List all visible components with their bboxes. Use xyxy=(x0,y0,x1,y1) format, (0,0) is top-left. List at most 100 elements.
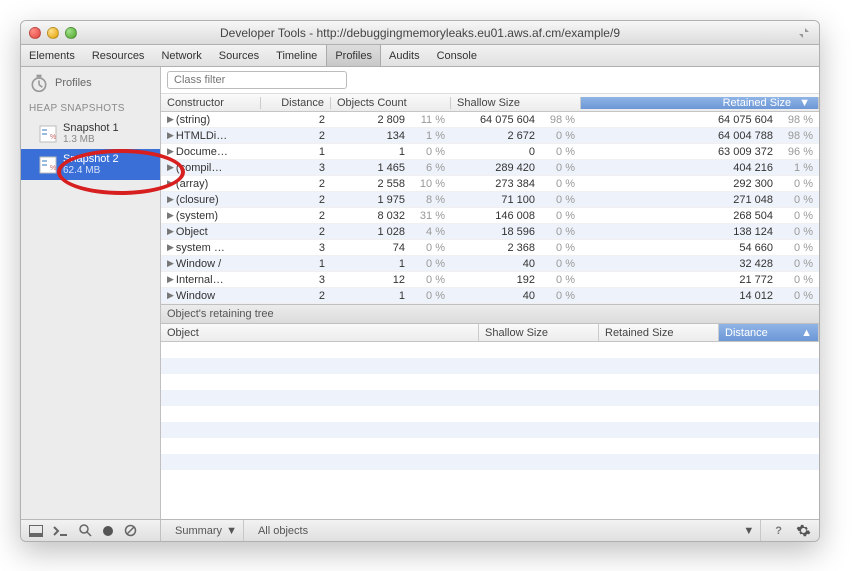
constructor-row[interactable]: ▶Window /110 %400 %32 4280 % xyxy=(161,256,819,272)
cell-retained: 63 009 372 xyxy=(718,146,773,158)
constructor-row[interactable]: ▶Window210 %400 %14 0120 % xyxy=(161,288,819,304)
expand-icon[interactable]: ▶ xyxy=(167,194,174,205)
zoom-icon[interactable] xyxy=(65,27,77,39)
tab-console[interactable]: Console xyxy=(429,45,486,66)
constructor-row[interactable]: ▶(array)22 55810 %273 3840 %292 3000 % xyxy=(161,176,819,192)
constructor-row[interactable]: ▶(system)28 03231 %146 0080 %268 5040 % xyxy=(161,208,819,224)
help-icon[interactable]: ? xyxy=(769,525,788,537)
record-icon[interactable] xyxy=(102,525,114,537)
cell-retained-pct: 0 % xyxy=(781,274,813,286)
snapshot-size: 1.3 MB xyxy=(63,134,119,145)
expand-icon[interactable]: ▶ xyxy=(167,242,174,253)
expand-icon[interactable]: ▶ xyxy=(167,162,174,173)
minimize-icon[interactable] xyxy=(47,27,59,39)
gear-icon[interactable] xyxy=(796,523,811,538)
fullscreen-icon[interactable] xyxy=(797,26,811,40)
class-filter-input[interactable] xyxy=(167,71,347,89)
cell-retained: 64 004 788 xyxy=(718,130,773,142)
cell-shallow-pct: 0 % xyxy=(543,130,575,142)
constructor-row[interactable]: ▶system …3740 %2 3680 %54 6600 % xyxy=(161,240,819,256)
window-title: Developer Tools - http://debuggingmemory… xyxy=(21,26,819,40)
dock-icon[interactable] xyxy=(29,525,43,537)
cell-shallow-pct: 0 % xyxy=(543,162,575,174)
expand-icon[interactable]: ▶ xyxy=(167,274,174,285)
cell-count-pct: 31 % xyxy=(413,210,445,222)
expand-icon[interactable]: ▶ xyxy=(167,114,174,125)
cell-shallow-pct: 98 % xyxy=(543,114,575,126)
cell-constructor: Window / xyxy=(176,258,221,270)
cell-shallow: 289 420 xyxy=(495,162,535,174)
ret-col-distance[interactable]: Distance ▲ xyxy=(719,324,819,341)
search-icon[interactable] xyxy=(79,524,92,537)
console-icon[interactable] xyxy=(53,525,69,537)
cell-shallow: 0 xyxy=(529,146,535,158)
sort-asc-icon: ▲ xyxy=(801,327,812,339)
close-icon[interactable] xyxy=(29,27,41,39)
constructor-row[interactable]: ▶HTMLDi…21341 %2 6720 %64 004 78898 % xyxy=(161,128,819,144)
cell-shallow-pct: 0 % xyxy=(543,210,575,222)
snapshot-item[interactable]: %Snapshot 11.3 MB xyxy=(21,118,160,149)
cell-constructor: (compil… xyxy=(176,162,222,174)
view-select[interactable]: Summary ▼ xyxy=(169,520,244,541)
clear-icon[interactable] xyxy=(124,524,137,537)
cell-count: 8 032 xyxy=(377,210,405,222)
constructors-header: Constructor Distance Objects Count Shall… xyxy=(161,94,819,112)
cell-retained-pct: 0 % xyxy=(781,242,813,254)
cell-shallow-pct: 0 % xyxy=(543,290,575,302)
snapshot-item[interactable]: %Snapshot 262.4 MB xyxy=(21,149,160,180)
ret-col-object[interactable]: Object xyxy=(161,324,479,341)
svg-text:%: % xyxy=(50,165,56,172)
col-constructor[interactable]: Constructor xyxy=(161,97,261,109)
cell-shallow: 2 368 xyxy=(507,242,535,254)
ret-col-distance-label: Distance xyxy=(725,327,768,339)
svg-text:%: % xyxy=(50,134,56,141)
expand-icon[interactable]: ▶ xyxy=(167,146,174,157)
tab-network[interactable]: Network xyxy=(153,45,210,66)
tab-timeline[interactable]: Timeline xyxy=(268,45,326,66)
constructor-row[interactable]: ▶(compil…31 4656 %289 4200 %404 2161 % xyxy=(161,160,819,176)
constructor-row[interactable]: ▶Docume…110 %00 %63 009 37296 % xyxy=(161,144,819,160)
tab-elements[interactable]: Elements xyxy=(21,45,84,66)
cell-count: 1 465 xyxy=(377,162,405,174)
col-distance[interactable]: Distance xyxy=(261,97,331,109)
cell-retained-pct: 0 % xyxy=(781,290,813,302)
cell-constructor: Window xyxy=(176,290,215,302)
cell-constructor: HTMLDi… xyxy=(176,130,227,142)
ret-col-retained[interactable]: Retained Size xyxy=(599,324,719,341)
expand-icon[interactable]: ▶ xyxy=(167,290,174,301)
expand-icon[interactable]: ▶ xyxy=(167,178,174,189)
tab-sources[interactable]: Sources xyxy=(211,45,268,66)
cell-shallow-pct: 0 % xyxy=(543,146,575,158)
cell-retained: 14 012 xyxy=(739,290,773,302)
constructor-row[interactable]: ▶Internal…3120 %1920 %21 7720 % xyxy=(161,272,819,288)
cell-shallow: 192 xyxy=(517,274,535,286)
cell-count-pct: 0 % xyxy=(413,290,445,302)
cell-distance: 2 xyxy=(261,178,331,190)
cell-count: 12 xyxy=(393,274,405,286)
cell-count: 1 xyxy=(399,290,405,302)
snapshot-icon: % xyxy=(39,125,57,143)
expand-icon[interactable]: ▶ xyxy=(167,210,174,221)
snapshot-size: 62.4 MB xyxy=(63,165,119,176)
tab-resources[interactable]: Resources xyxy=(84,45,154,66)
expand-icon[interactable]: ▶ xyxy=(167,130,174,141)
cell-count: 1 975 xyxy=(377,194,405,206)
objects-filter-select[interactable]: All objects ▼ xyxy=(252,520,761,541)
col-shallow-size[interactable]: Shallow Size xyxy=(451,97,581,109)
expand-icon[interactable]: ▶ xyxy=(167,258,174,269)
cell-count-pct: 11 % xyxy=(413,114,445,126)
col-retained-size[interactable]: Retained Size ▼ xyxy=(581,97,819,109)
constructor-row[interactable]: ▶(string)22 80911 %64 075 60498 %64 075 … xyxy=(161,112,819,128)
ret-col-shallow[interactable]: Shallow Size xyxy=(479,324,599,341)
cell-retained: 54 660 xyxy=(739,242,773,254)
tab-profiles[interactable]: Profiles xyxy=(326,45,381,66)
cell-distance: 2 xyxy=(261,290,331,302)
cell-shallow: 71 100 xyxy=(501,194,535,206)
constructor-row[interactable]: ▶(closure)21 9758 %71 1000 %271 0480 % xyxy=(161,192,819,208)
constructor-row[interactable]: ▶Object21 0284 %18 5960 %138 1240 % xyxy=(161,224,819,240)
sidebar-heading-label: Profiles xyxy=(55,77,92,89)
tab-audits[interactable]: Audits xyxy=(381,45,429,66)
col-objects-count[interactable]: Objects Count xyxy=(331,97,451,109)
cell-retained: 268 504 xyxy=(733,210,773,222)
expand-icon[interactable]: ▶ xyxy=(167,226,174,237)
